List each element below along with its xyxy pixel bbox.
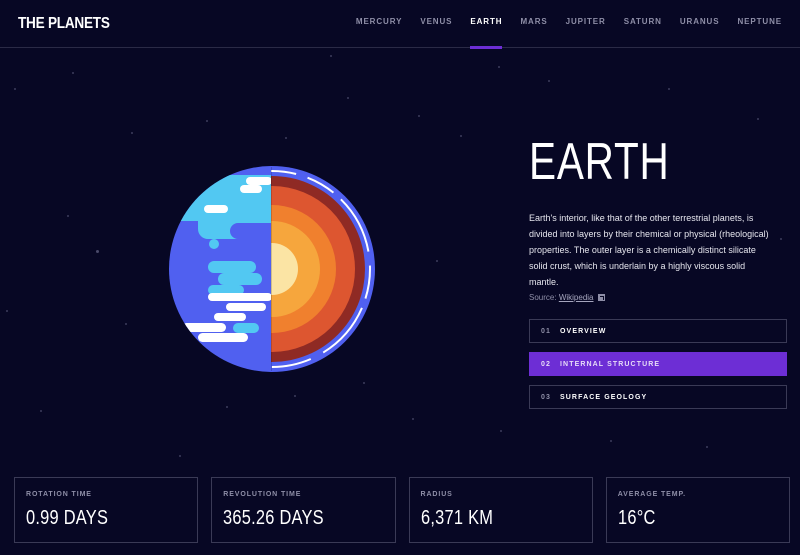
tab-label: OVERVIEW xyxy=(560,327,607,335)
planet-description: Earth's interior, like that of the other… xyxy=(529,213,769,287)
site-header: THE PLANETS MERCURY VENUS EARTH MARS JUP… xyxy=(0,0,800,49)
planet-stats: ROTATION TIME 0.99 DAYS REVOLUTION TIME … xyxy=(14,477,790,543)
nav-item-jupiter[interactable]: JUPITER xyxy=(557,0,615,48)
stat-label: RADIUS xyxy=(420,491,453,498)
info-tabs: 01 OVERVIEW 02 INTERNAL STRUCTURE 03 SUR… xyxy=(529,319,787,418)
tab-number: 03 xyxy=(541,393,551,401)
nav-item-uranus[interactable]: URANUS xyxy=(671,0,729,48)
stat-card-revolution-time: REVOLUTION TIME 365.26 DAYS xyxy=(211,477,396,543)
nav-item-mars[interactable]: MARS xyxy=(511,0,556,48)
tab-label: SURFACE GEOLOGY xyxy=(560,393,648,401)
tab-label: INTERNAL STRUCTURE xyxy=(560,360,661,368)
nav-item-venus[interactable]: VENUS xyxy=(411,0,461,48)
nav-item-saturn[interactable]: SATURN xyxy=(615,0,671,48)
nav-item-mercury[interactable]: MERCURY xyxy=(347,0,411,48)
external-link-icon[interactable] xyxy=(597,294,605,301)
nav-item-neptune[interactable]: NEPTUNE xyxy=(728,0,800,48)
stat-card-radius: RADIUS 6,371 KM xyxy=(408,477,593,543)
site-logo[interactable]: THE PLANETS xyxy=(18,15,110,33)
stat-label: ROTATION TIME xyxy=(26,491,92,498)
planet-nav: MERCURY VENUS EARTH MARS JUPITER SATURN … xyxy=(347,0,800,49)
earth-internal-structure-illustration xyxy=(169,166,375,372)
planet-title: EARTH xyxy=(529,133,670,191)
tab-number: 01 xyxy=(541,327,551,335)
source-line: Source: Wikipedia xyxy=(529,293,605,302)
stat-card-average-temp: AVERAGE TEMP. 16°C xyxy=(605,477,790,543)
nav-item-earth[interactable]: EARTH xyxy=(461,0,511,49)
tab-overview[interactable]: 01 OVERVIEW xyxy=(529,319,787,343)
stat-label: REVOLUTION TIME xyxy=(223,491,302,498)
stat-value: 6,371 KM xyxy=(420,507,493,529)
tab-surface-geology[interactable]: 03 SURFACE GEOLOGY xyxy=(529,385,787,409)
stat-value: 0.99 DAYS xyxy=(26,507,109,529)
source-label: Source: xyxy=(529,293,557,302)
stat-label: AVERAGE TEMP. xyxy=(617,491,686,498)
wikipedia-link[interactable]: Wikipedia xyxy=(559,293,594,302)
tab-internal-structure[interactable]: 02 INTERNAL STRUCTURE xyxy=(529,352,787,376)
stat-value: 16°C xyxy=(617,507,656,529)
tab-number: 02 xyxy=(541,360,551,368)
stat-card-rotation-time: ROTATION TIME 0.99 DAYS xyxy=(14,477,199,543)
stat-value: 365.26 DAYS xyxy=(223,507,325,529)
